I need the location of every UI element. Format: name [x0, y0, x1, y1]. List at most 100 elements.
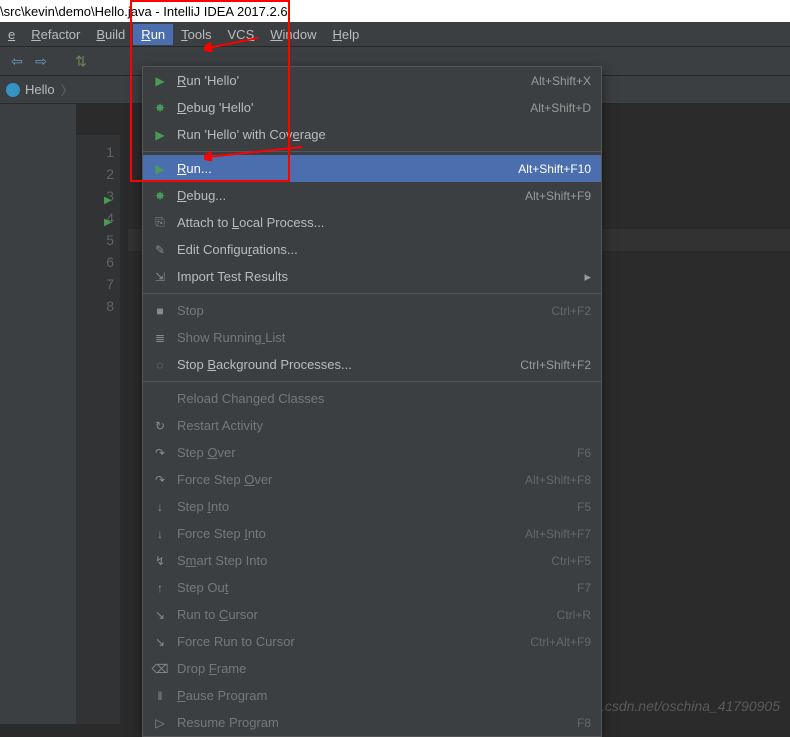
menu-item-label: Run 'Hello' with Coverage [177, 127, 591, 142]
line-number: 2 [76, 163, 114, 185]
menu-item-run-to-cursor: ↘Run to CursorCtrl+R [143, 601, 601, 628]
menu-shortcut: Alt+Shift+D [530, 101, 591, 115]
menu-build[interactable]: Build [88, 24, 133, 45]
menu-item-debug-hello[interactable]: ✸ Debug 'Hello'Alt+Shift+D [143, 94, 601, 121]
list-icon: ≣ [151, 330, 169, 346]
menu-shortcut: Ctrl+F5 [551, 554, 591, 568]
menu-item-run-hello-with-coverage[interactable]: ▶ Run 'Hello' with Coverage [143, 121, 601, 148]
gutter-run-icon[interactable]: ▶ [104, 190, 112, 212]
breadcrumb-label: Hello [25, 82, 55, 97]
class-icon [6, 83, 20, 97]
menu-item-label: Force Step Into [177, 526, 525, 541]
menu-shortcut: F6 [577, 446, 591, 460]
menu-item-drop-frame: ⌫ Drop Frame [143, 655, 601, 682]
menu-item-label: Smart Step Into [177, 553, 551, 568]
menu-item-step-out: ↑ Step OutF7 [143, 574, 601, 601]
menu-separator [143, 151, 601, 152]
line-number: 7 [76, 273, 114, 295]
fstepover-icon: ↷ [151, 472, 169, 488]
run-menu-dropdown: ▶Run 'Hello'Alt+Shift+X✸Debug 'Hello'Alt… [142, 66, 602, 737]
menu-item-label: Run... [177, 161, 518, 176]
menu-item-label: Stop Background Processes... [177, 357, 520, 372]
resume-icon: ▷ [151, 715, 169, 731]
line-number: 6 [76, 251, 114, 273]
smartstep-icon: ↯ [151, 553, 169, 569]
menu-bar: eRefactorBuildRunToolsVCSWindowHelp [0, 22, 790, 46]
menu-shortcut: Ctrl+F2 [551, 304, 591, 318]
pause-icon: ‖ [151, 688, 169, 704]
fstepinto-icon: ↓ [151, 526, 169, 542]
edit-icon: ✎ [151, 242, 169, 258]
attach-icon: ⎘ [151, 215, 169, 231]
menu-item-edit-configurations[interactable]: ✎ Edit Configurations... [143, 236, 601, 263]
menu-item-force-step-over: ↷ Force Step OverAlt+Shift+F8 [143, 466, 601, 493]
menu-help[interactable]: Help [325, 24, 368, 45]
title-bar: \src\kevin\demo\Hello.java - IntelliJ ID… [0, 0, 790, 22]
menu-item-stop: ■StopCtrl+F2 [143, 297, 601, 324]
play-icon: ▶ [151, 161, 169, 177]
menu-vcs[interactable]: VCS [220, 24, 263, 45]
menu-item-label: Stop [177, 303, 551, 318]
menu-separator [143, 293, 601, 294]
sync-icon[interactable]: ⇅ [72, 52, 90, 70]
menu-item-label: Step Into [177, 499, 577, 514]
stopbg-icon: ◌ [151, 357, 169, 373]
menu-item-resume-program: ▷Resume ProgramF8 [143, 709, 601, 736]
menu-shortcut: Alt+Shift+F9 [525, 189, 591, 203]
forward-icon[interactable]: ⇨ [32, 52, 50, 70]
bug-icon: ✸ [151, 100, 169, 116]
menu-item-import-test-results[interactable]: ⇲ Import Test Results▸ [143, 263, 601, 290]
menu-shortcut: Ctrl+Shift+F2 [520, 358, 591, 372]
bug-icon: ✸ [151, 188, 169, 204]
menu-item-label: Import Test Results [177, 269, 584, 284]
menu-item-smart-step-into: ↯ Smart Step IntoCtrl+F5 [143, 547, 601, 574]
line-number: 1 [76, 141, 114, 163]
menu-item-restart-activity: ↻Restart Activity [143, 412, 601, 439]
menu-refactor[interactable]: Refactor [23, 24, 88, 45]
menu-item-label: Run to Cursor [177, 607, 557, 622]
menu-item-run[interactable]: ▶Run...Alt+Shift+F10 [143, 155, 601, 182]
side-gutter [0, 104, 76, 724]
menu-item-step-into: ↓Step IntoF5 [143, 493, 601, 520]
menu-e[interactable]: e [0, 24, 23, 45]
import-icon: ⇲ [151, 269, 169, 285]
menu-item-stop-background-processes[interactable]: ◌ Stop Background Processes...Ctrl+Shift+… [143, 351, 601, 378]
breadcrumb-item[interactable]: Hello 〉 [0, 80, 80, 99]
menu-run[interactable]: Run [133, 24, 173, 45]
menu-item-label: Drop Frame [177, 661, 591, 676]
menu-shortcut: F7 [577, 581, 591, 595]
menu-item-label: Step Out [177, 580, 577, 595]
menu-tools[interactable]: Tools [173, 24, 219, 45]
gutter-run-icon[interactable]: ▶ [104, 212, 112, 234]
menu-shortcut: Alt+Shift+X [531, 74, 591, 88]
menu-item-force-run-to-cursor: ↘Force Run to CursorCtrl+Alt+F9 [143, 628, 601, 655]
back-icon[interactable]: ⇦ [8, 52, 26, 70]
play-icon: ▶ [151, 73, 169, 89]
menu-window[interactable]: Window [262, 24, 324, 45]
menu-item-label: Show Running List [177, 330, 591, 345]
dropframe-icon: ⌫ [151, 661, 169, 677]
menu-item-force-step-into: ↓ Force Step IntoAlt+Shift+F7 [143, 520, 601, 547]
menu-item-attach-to-local-process[interactable]: ⎘Attach to Local Process... [143, 209, 601, 236]
frun-icon: ↘ [151, 634, 169, 650]
menu-shortcut: Alt+Shift+F8 [525, 473, 591, 487]
blank-icon [151, 391, 169, 407]
submenu-arrow-icon: ▸ [584, 269, 591, 285]
menu-separator [143, 381, 601, 382]
menu-item-label: Debug 'Hello' [177, 100, 530, 115]
play-cov-icon: ▶ [151, 127, 169, 143]
menu-shortcut: Alt+Shift+F7 [525, 527, 591, 541]
menu-item-debug[interactable]: ✸Debug...Alt+Shift+F9 [143, 182, 601, 209]
menu-item-label: Edit Configurations... [177, 242, 591, 257]
menu-item-label: Force Run to Cursor [177, 634, 530, 649]
line-number: 8 [76, 295, 114, 317]
menu-item-pause-program: ‖ Pause Program [143, 682, 601, 709]
menu-item-show-running-list: ≣ Show Running List [143, 324, 601, 351]
stepinto-icon: ↓ [151, 499, 169, 515]
menu-item-label: Reload Changed Classes [177, 391, 591, 406]
menu-shortcut: Ctrl+R [557, 608, 591, 622]
stepout-icon: ↑ [151, 580, 169, 596]
menu-item-label: Pause Program [177, 688, 591, 703]
menu-item-label: Force Step Over [177, 472, 525, 487]
menu-item-run-hello[interactable]: ▶Run 'Hello'Alt+Shift+X [143, 67, 601, 94]
